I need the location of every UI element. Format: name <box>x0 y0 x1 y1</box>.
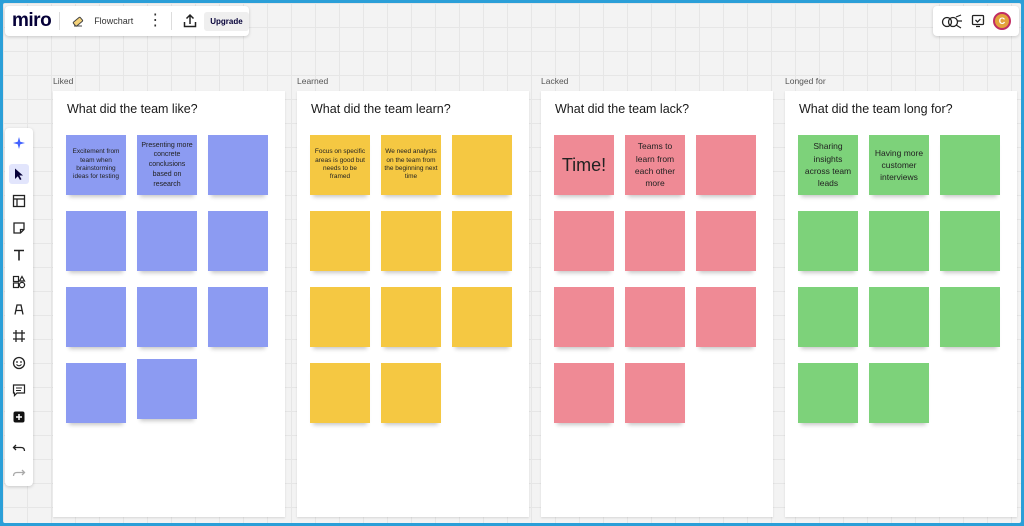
note-text: Focus on specific areas is good but need… <box>314 148 366 181</box>
sticky-note[interactable] <box>208 211 268 271</box>
pen-icon[interactable] <box>9 299 29 319</box>
add-icon[interactable] <box>9 407 29 427</box>
sparkle-icon[interactable] <box>9 133 29 153</box>
sticky-note[interactable] <box>381 287 441 347</box>
note-text: We need analysts on the team from the be… <box>384 148 438 181</box>
sticky-note-icon[interactable] <box>9 218 29 238</box>
sticky-note[interactable] <box>452 211 512 271</box>
collaboration-bar: C <box>933 6 1019 36</box>
left-toolbar <box>5 128 33 486</box>
sticky-note[interactable] <box>381 211 441 271</box>
miro-logo: miro <box>12 10 52 31</box>
sticky-note[interactable] <box>66 211 126 271</box>
sticky-note[interactable] <box>696 211 756 271</box>
sticky-note[interactable] <box>625 363 685 423</box>
sticky-note[interactable]: Presenting more concrete conclusions bas… <box>137 135 197 195</box>
sticky-note[interactable] <box>208 287 268 347</box>
sticky-note[interactable]: Sharing insights across team leads <box>798 135 858 195</box>
reactions-icon[interactable] <box>941 13 963 29</box>
sticky-note[interactable] <box>869 287 929 347</box>
sticky-note[interactable] <box>554 287 614 347</box>
sticky-note[interactable] <box>554 363 614 423</box>
emoji-icon[interactable] <box>9 353 29 373</box>
sticky-note[interactable] <box>137 287 197 347</box>
redo-icon[interactable] <box>9 463 29 483</box>
column-label-liked: Liked <box>53 76 74 86</box>
undo-icon[interactable] <box>9 438 29 458</box>
sticky-note[interactable] <box>940 211 1000 271</box>
top-bar: miro Flowchart ⋮ Upgrade <box>5 6 249 36</box>
column-title: What did the team long for? <box>799 102 953 116</box>
upgrade-button[interactable]: Upgrade <box>204 11 249 31</box>
note-text: Sharing insights across team leads <box>804 141 852 189</box>
sticky-note[interactable] <box>452 287 512 347</box>
column-label-learned: Learned <box>297 76 329 86</box>
note-text: Excitement from team when brainstorming … <box>72 148 120 181</box>
user-avatar[interactable]: C <box>993 12 1011 30</box>
sticky-note[interactable] <box>940 135 1000 195</box>
note-text: Having more customer interviews <box>874 147 924 183</box>
column-title: What did the team like? <box>67 102 198 116</box>
sticky-note[interactable] <box>798 363 858 423</box>
note-text: Time! <box>561 154 607 175</box>
board-canvas[interactable]: miro Flowchart ⋮ Upgrade C Liked Learned… <box>3 3 1021 523</box>
column-label-longed-for: Longed for <box>785 76 826 86</box>
sticky-note[interactable] <box>208 135 268 195</box>
sticky-note[interactable] <box>66 287 126 347</box>
sticky-note[interactable]: Having more customer interviews <box>869 135 929 195</box>
sticky-note[interactable] <box>310 211 370 271</box>
sticky-note[interactable] <box>381 363 441 423</box>
column-title: What did the team lack? <box>555 102 690 116</box>
sticky-note[interactable] <box>798 211 858 271</box>
column-longed-for[interactable]: What did the team long for? Sharing insi… <box>785 91 1017 517</box>
frame-icon[interactable] <box>9 326 29 346</box>
sticky-note[interactable] <box>625 211 685 271</box>
present-icon[interactable] <box>971 14 985 28</box>
sticky-note[interactable] <box>696 135 756 195</box>
sticky-note[interactable] <box>137 359 197 419</box>
sticky-note[interactable] <box>137 211 197 271</box>
note-text: Teams to learn from each other more <box>634 141 676 189</box>
sticky-note[interactable]: Time! <box>554 135 614 195</box>
sticky-note[interactable]: Excitement from team when brainstorming … <box>66 135 126 195</box>
column-learned[interactable]: What did the team learn? Focus on specif… <box>297 91 529 517</box>
note-text: Presenting more concrete conclusions bas… <box>141 141 193 188</box>
sticky-note[interactable] <box>869 211 929 271</box>
sticky-note[interactable] <box>554 211 614 271</box>
sticky-note[interactable] <box>66 363 126 423</box>
cursor-icon[interactable] <box>9 164 29 184</box>
board-icon[interactable] <box>70 13 86 29</box>
shapes-icon[interactable] <box>9 272 29 292</box>
comment-icon[interactable] <box>9 380 29 400</box>
sticky-note[interactable] <box>625 287 685 347</box>
sticky-note[interactable] <box>310 287 370 347</box>
column-liked[interactable]: What did the team like? Excitement from … <box>53 91 285 517</box>
divider <box>59 12 61 30</box>
sticky-note[interactable] <box>310 363 370 423</box>
column-title: What did the team learn? <box>311 102 451 116</box>
sticky-note[interactable] <box>798 287 858 347</box>
sticky-note[interactable]: Focus on specific areas is good but need… <box>310 135 370 195</box>
templates-icon[interactable] <box>9 191 29 211</box>
board-name[interactable]: Flowchart <box>94 16 133 26</box>
column-label-lacked: Lacked <box>541 76 569 86</box>
divider <box>171 12 173 30</box>
share-export-icon[interactable] <box>182 13 198 29</box>
sticky-note[interactable] <box>696 287 756 347</box>
sticky-note[interactable] <box>452 135 512 195</box>
sticky-note[interactable]: We need analysts on the team from the be… <box>381 135 441 195</box>
column-lacked[interactable]: What did the team lack? Time! Teams to l… <box>541 91 773 517</box>
sticky-note[interactable] <box>869 363 929 423</box>
more-options-icon[interactable]: ⋮ <box>147 13 163 29</box>
sticky-note[interactable] <box>940 287 1000 347</box>
text-icon[interactable] <box>9 245 29 265</box>
sticky-note[interactable]: Teams to learn from each other more <box>625 135 685 195</box>
